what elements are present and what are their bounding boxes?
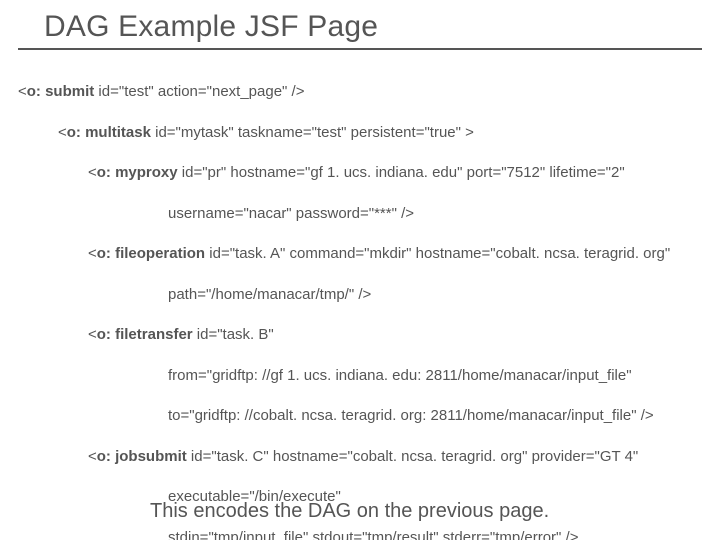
code-line: <o: fileoperation id="task. A" command="… [18, 244, 702, 264]
code-line: stdin="tmp/input_file" stdout="tmp/resul… [18, 528, 702, 540]
code-line: <o: myproxy id="pr" hostname="gf 1. ucs.… [18, 163, 702, 183]
footer-note: This encodes the DAG on the previous pag… [150, 500, 549, 523]
code-line: from="gridftp: //gf 1. ucs. indiana. edu… [18, 366, 702, 386]
code-line: <o: submit id="test" action="next_page" … [18, 82, 702, 102]
code-line: <o: jobsubmit id="task. C" hostname="cob… [18, 447, 702, 467]
title-underline [18, 48, 702, 50]
code-line: username="nacar" password="***" /> [18, 204, 702, 224]
code-block: <o: submit id="test" action="next_page" … [18, 62, 702, 540]
code-line: path="/home/manacar/tmp/" /> [18, 285, 702, 305]
code-line: to="gridftp: //cobalt. ncsa. teragrid. o… [18, 406, 702, 426]
code-line: <o: multitask id="mytask" taskname="test… [18, 123, 702, 143]
slide: DAG Example JSF Page <o: submit id="test… [0, 0, 720, 540]
slide-title: DAG Example JSF Page [44, 10, 378, 44]
code-line: <o: filetransfer id="task. B" [18, 325, 702, 345]
